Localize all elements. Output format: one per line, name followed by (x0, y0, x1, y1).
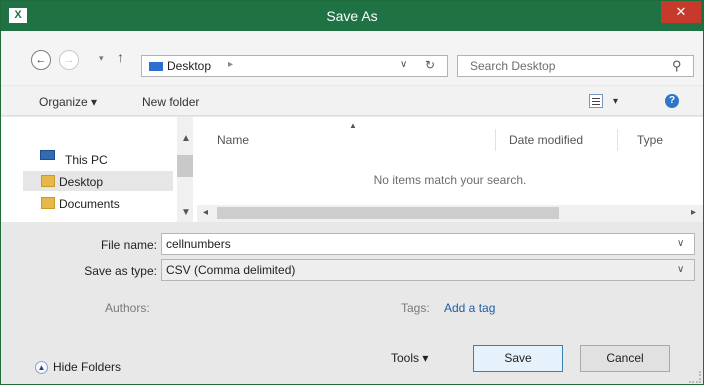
file-list-horizontal-scrollbar[interactable]: ◂ ▸ (197, 205, 703, 222)
window-title: Save As (326, 8, 378, 24)
scroll-left-arrow-icon[interactable]: ◂ (203, 207, 208, 218)
view-options-dropdown[interactable]: ▾ (613, 96, 618, 107)
navigation-pane: This PC Desktop Documents ▲ ▼ (1, 117, 197, 222)
recent-locations-dropdown[interactable]: ▾ (99, 53, 104, 64)
back-button[interactable]: ← (31, 50, 51, 70)
command-toolbar: Organize ▾ New folder ▾ ? (1, 86, 703, 116)
nav-item-desktop[interactable]: Desktop (59, 175, 103, 189)
scroll-right-arrow-icon[interactable]: ▸ (691, 207, 696, 218)
search-input[interactable]: Search Desktop ⚲ (457, 55, 694, 77)
browser-area: This PC Desktop Documents ▲ ▼ Name ▲ Dat… (1, 117, 703, 222)
desktop-folder-icon (41, 175, 55, 187)
scroll-down-arrow-icon[interactable]: ▼ (181, 207, 191, 218)
save-as-type-label: Save as type: (84, 264, 157, 278)
desktop-folder-icon (149, 62, 163, 71)
empty-list-message: No items match your search. (373, 173, 527, 187)
documents-folder-icon (41, 197, 55, 209)
file-name-dropdown-icon[interactable]: ∨ (677, 238, 684, 249)
search-placeholder: Search Desktop (470, 59, 556, 73)
horizontal-scroll-thumb[interactable] (217, 207, 559, 219)
nav-item-this-pc[interactable]: This PC (65, 153, 108, 167)
sort-indicator-icon: ▲ (349, 121, 357, 130)
hide-folders-icon[interactable]: ▲ (35, 361, 48, 374)
close-button[interactable]: ✕ (661, 1, 701, 23)
column-divider[interactable] (495, 129, 496, 151)
save-as-dialog: X Save As ✕ ← → ▾ ↑ Desktop ▸ ∨ ↻ Search… (0, 0, 704, 385)
breadcrumb-chevron-icon[interactable]: ▸ (228, 59, 233, 70)
tools-menu-button[interactable]: Tools ▾ (391, 351, 428, 365)
change-view-icon[interactable] (589, 94, 603, 108)
save-as-type-dropdown-icon[interactable]: ∨ (677, 264, 684, 275)
authors-label: Authors: (105, 301, 150, 315)
column-header-name[interactable]: Name (217, 133, 249, 147)
title-bar[interactable]: X Save As ✕ (1, 1, 703, 31)
file-name-field[interactable]: cellnumbers ∨ (161, 233, 695, 255)
address-text[interactable]: Desktop (167, 59, 211, 73)
up-button[interactable]: ↑ (117, 49, 124, 65)
save-as-type-select[interactable]: CSV (Comma delimited) ∨ (161, 259, 695, 281)
computer-icon (40, 150, 55, 160)
file-list: Name ▲ Date modified Type No items match… (197, 117, 703, 205)
forward-button[interactable]: → (59, 50, 79, 70)
new-folder-button[interactable]: New folder (142, 95, 199, 109)
add-tag-link[interactable]: Add a tag (444, 301, 495, 315)
file-name-label: File name: (100, 238, 157, 252)
address-bar[interactable]: Desktop ▸ ∨ ↻ (141, 55, 448, 77)
refresh-icon[interactable]: ↻ (425, 58, 435, 72)
save-button[interactable]: Save (473, 345, 563, 372)
tags-label: Tags: (401, 301, 430, 315)
organize-menu-button[interactable]: Organize ▾ (39, 95, 97, 109)
nav-pane-scroll-thumb[interactable] (177, 155, 193, 177)
resize-grip-icon[interactable] (689, 371, 701, 383)
hide-folders-button[interactable]: Hide Folders (53, 360, 121, 374)
file-name-value[interactable]: cellnumbers (166, 237, 231, 251)
nav-item-documents[interactable]: Documents (59, 197, 120, 211)
search-icon[interactable]: ⚲ (672, 58, 682, 74)
save-as-type-value[interactable]: CSV (Comma delimited) (166, 263, 295, 277)
scroll-up-arrow-icon[interactable]: ▲ (181, 133, 191, 144)
column-header-type[interactable]: Type (637, 133, 663, 147)
column-header-date-modified[interactable]: Date modified (509, 133, 583, 147)
help-icon[interactable]: ? (665, 94, 679, 108)
cancel-button[interactable]: Cancel (580, 345, 670, 372)
column-divider[interactable] (617, 129, 618, 151)
address-dropdown-icon[interactable]: ∨ (400, 59, 407, 70)
